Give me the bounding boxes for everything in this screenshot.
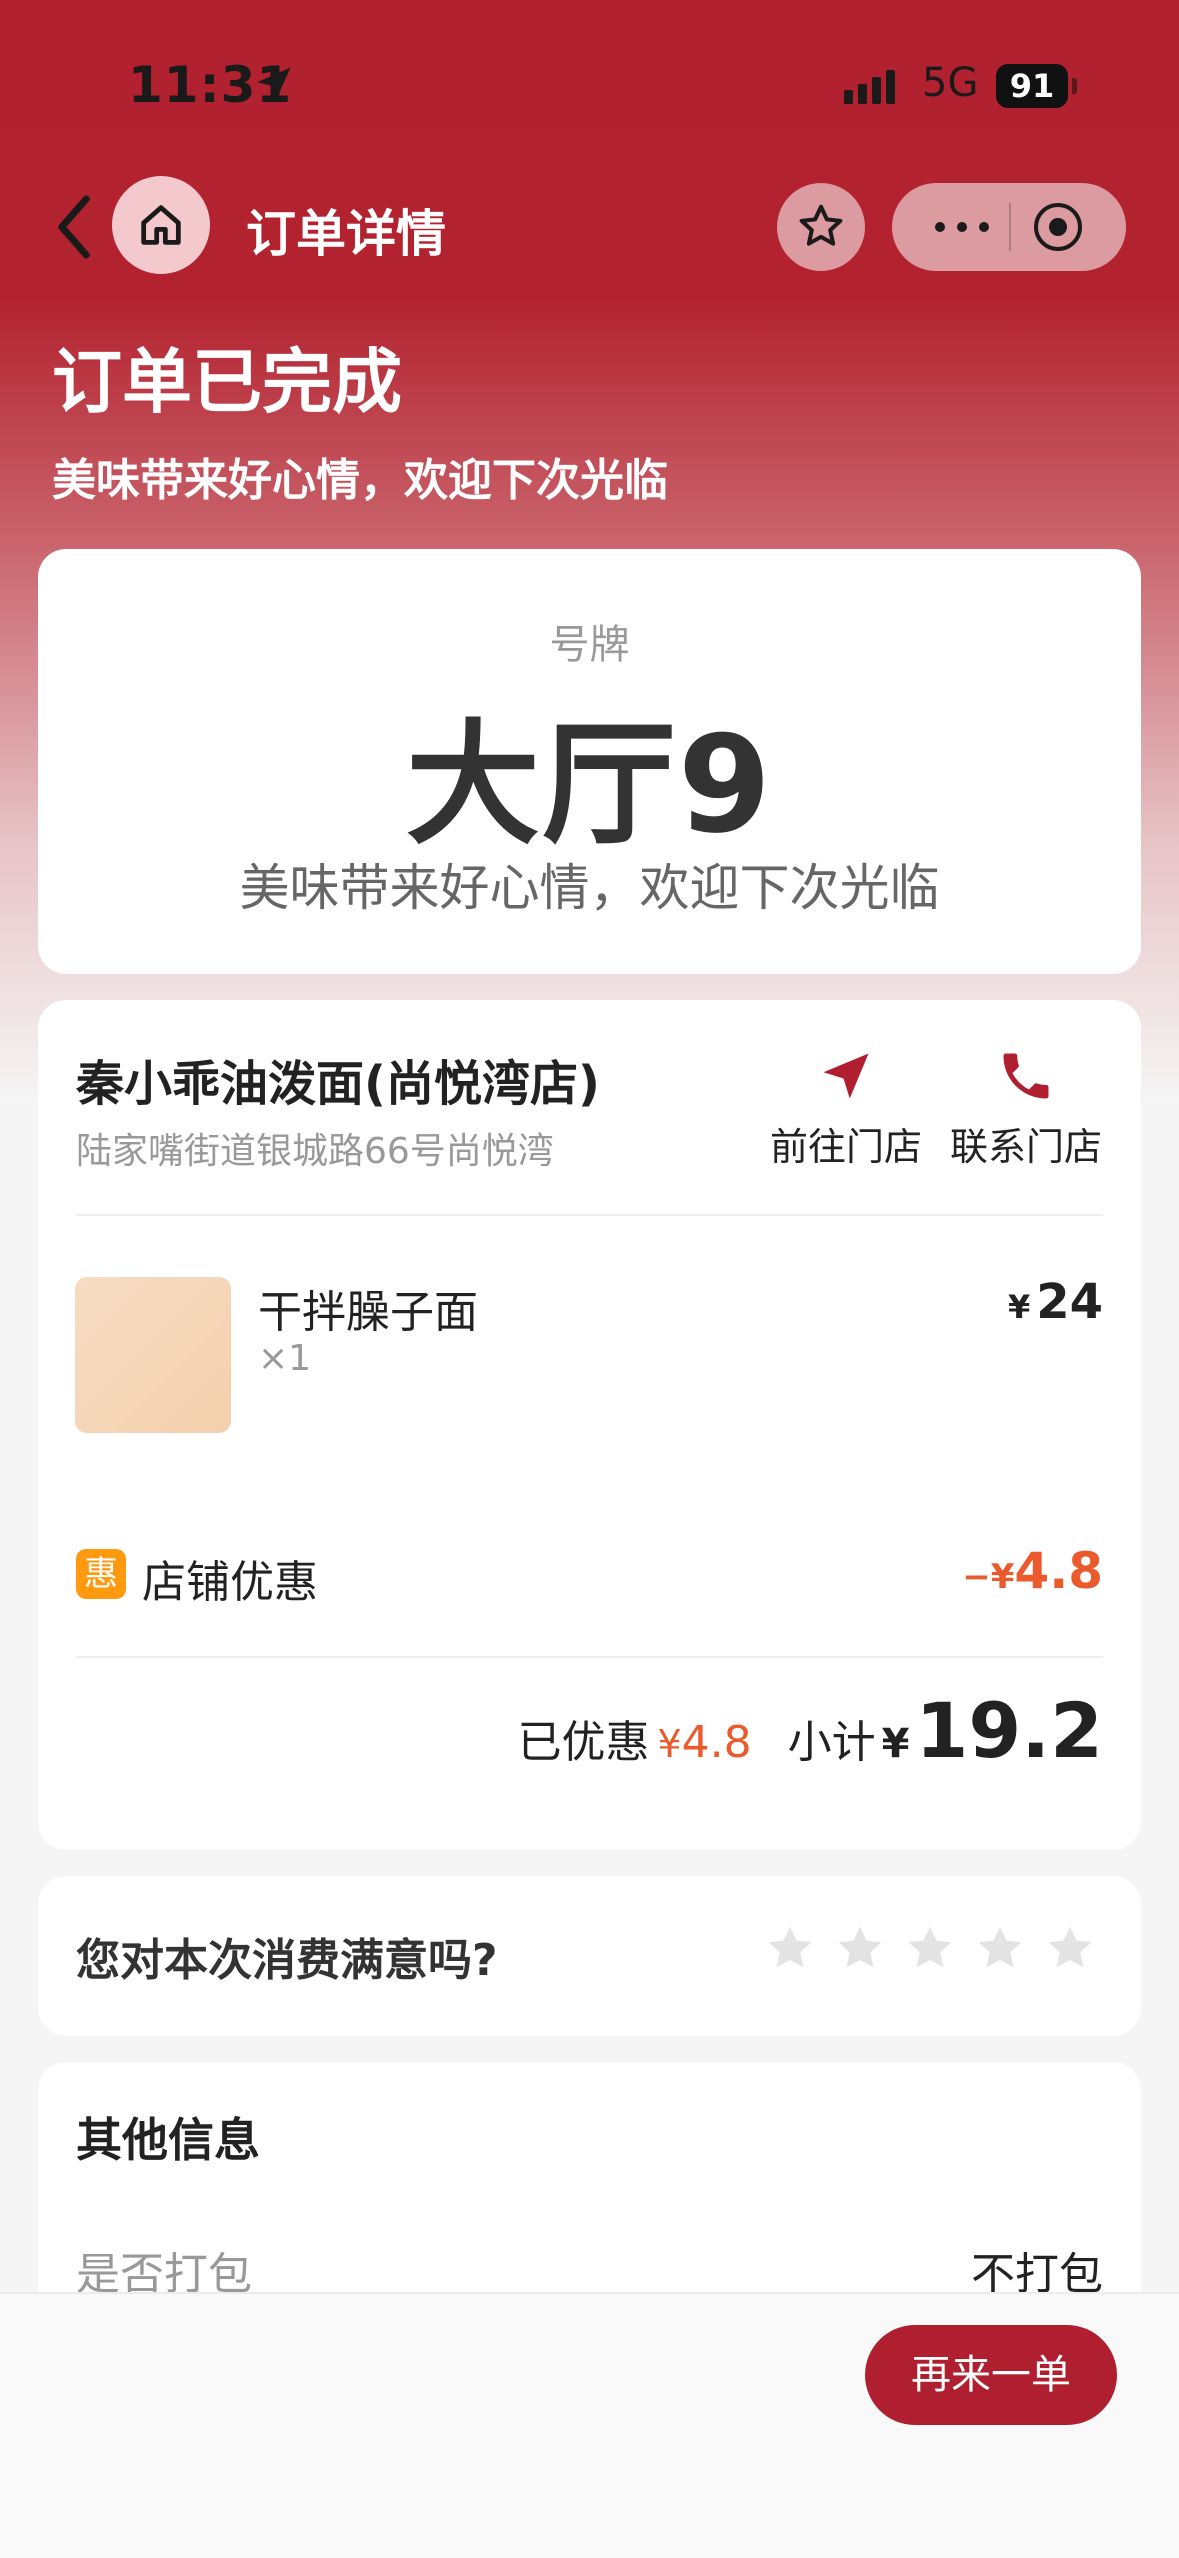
ticket-label: 号牌 [549, 622, 630, 668]
back-chevron-icon[interactable] [44, 192, 104, 262]
home-icon [141, 205, 181, 245]
rating-star-icon[interactable] [1042, 1921, 1098, 1977]
totals-row: 已优惠 ¥4.8 小计 ¥19.2 [517, 1686, 1103, 1775]
home-button[interactable] [112, 176, 210, 274]
close-target-icon[interactable] [1032, 201, 1084, 253]
subtotal-label: 小计 [787, 1717, 876, 1768]
battery-icon: 91 [996, 64, 1068, 108]
capsule-divider [1009, 203, 1011, 251]
rating-question: 您对本次消费满意吗? [76, 1935, 498, 1986]
other-info-title: 其他信息 [76, 2113, 260, 2167]
favorite-button[interactable] [777, 183, 865, 271]
item-price-value: 24 [1036, 1274, 1103, 1330]
saved-currency: ¥ [657, 1722, 682, 1766]
contact-store-button[interactable]: 联系门店 [946, 1046, 1106, 1171]
discount-currency: ¥ [990, 1557, 1015, 1597]
item-currency: ¥ [1007, 1288, 1031, 1326]
subtotal-amount: 19.2 [915, 1686, 1103, 1775]
store-name: 秦小乖油泼面(尚悦湾店) [76, 1056, 600, 1112]
status-bar: 11:31 5G 91 [0, 0, 1179, 160]
reorder-button[interactable]: 再来一单 [865, 2325, 1117, 2425]
rating-star-icon[interactable] [902, 1921, 958, 1977]
discount-badge-icon: 惠 [76, 1549, 126, 1599]
item-thumbnail [75, 1277, 231, 1433]
subtotal-currency: ¥ [881, 1721, 910, 1767]
discount-label: 店铺优惠 [142, 1557, 318, 1608]
battery-tip [1072, 78, 1077, 94]
subtotal-value: ¥19.2 [882, 1686, 1103, 1775]
store-address: 陆家嘴街道银城路66号尚悦湾 [76, 1131, 554, 1172]
more-dots-icon [935, 222, 989, 232]
order-status-title: 订单已完成 [52, 341, 402, 423]
phone-icon [1003, 1053, 1049, 1099]
saved-label: 已优惠 [517, 1717, 650, 1768]
item-name: 干拌臊子面 [258, 1287, 478, 1338]
navigate-store-label: 前往门店 [769, 1125, 922, 1169]
location-arrow-icon [257, 67, 291, 101]
divider [76, 1656, 1103, 1658]
star-outline-icon [799, 204, 843, 246]
ticket-message: 美味带来好心情，欢迎下次光临 [239, 859, 940, 917]
miniprogram-capsule [892, 183, 1126, 271]
order-status-subtitle: 美味带来好心情，欢迎下次光临 [52, 455, 668, 506]
rating-star-icon[interactable] [832, 1921, 888, 1977]
rating-star-icon[interactable] [972, 1921, 1028, 1977]
contact-store-label: 联系门店 [949, 1125, 1102, 1169]
saved-amount: 4.8 [681, 1717, 752, 1768]
divider [76, 1214, 1103, 1216]
more-button[interactable] [922, 205, 1002, 249]
ticket-number: 大厅9 [405, 707, 774, 863]
saved-value: ¥4.8 [657, 1717, 751, 1768]
discount-sign: − [962, 1557, 991, 1597]
item-quantity: ×1 [258, 1338, 312, 1379]
navigate-store-button[interactable]: 前往门店 [766, 1046, 926, 1171]
rating-stars [762, 1921, 1098, 1977]
item-price: ¥24 [1008, 1274, 1103, 1330]
network-type: 5G [922, 60, 979, 106]
discount-value: −¥4.8 [962, 1542, 1103, 1600]
discount-amount: 4.8 [1014, 1542, 1103, 1600]
rating-star-icon[interactable] [762, 1921, 818, 1977]
signal-icon [844, 70, 895, 104]
page-title: 订单详情 [246, 205, 446, 263]
navigation-arrow-icon [823, 1053, 869, 1099]
